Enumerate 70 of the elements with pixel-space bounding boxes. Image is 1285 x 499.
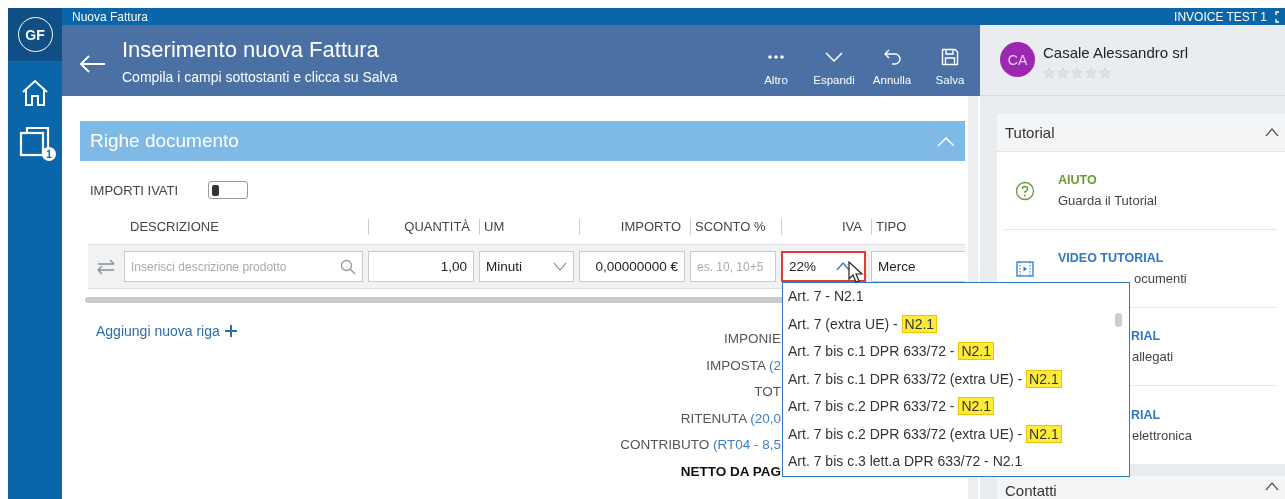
dropdown-option[interactable]: Art. 7 bis c.1 DPR 633/72 - N2.1 [783,338,1129,366]
back-button[interactable] [78,53,106,74]
search-highlight: N2.1 [958,342,994,360]
more-button[interactable]: Altro [749,36,803,97]
page-subtitle: Compila i campi sottostanti e clicca su Salva [122,68,399,85]
card-title: Tutorial [1005,124,1055,141]
section-title: Righe documento [90,130,239,152]
more-icon [768,54,784,59]
search-icon [340,258,356,275]
notification-badge: 1 [42,147,56,161]
expand-button[interactable]: Espandi [807,36,861,97]
total-label: RITENUTA (20,0 [680,410,781,428]
search-highlight: N2.1 [958,397,994,415]
tutorial-description: Guarda il Tutorial [1058,193,1157,208]
total-label: IMPONIE [724,331,781,348]
contact-name: Casale Alessandro srl [1043,44,1189,61]
amount-field[interactable]: 0,00000000 € [579,251,685,282]
search-highlight: N2.1 [901,314,938,333]
column-header: DESCRIZIONE [129,219,220,235]
column-header: QUANTITÀ [368,219,474,235]
card-header[interactable]: Tutorial [997,114,1285,152]
documents-icon[interactable] [19,125,51,157]
tutorial-description: ocumenti [1133,271,1187,286]
dropdown-option[interactable]: Art. 7 bis c.3 lett.a DPR 633/72 - N2.1 [783,448,1129,476]
unit-select[interactable]: Minuti [479,251,574,282]
chevron-up-icon [836,262,850,271]
tutorial-description: allegati [1131,349,1174,364]
dropdown-option[interactable]: Art. 7 bis c.1 DPR 633/72 (extra UE) - N2.1 [783,365,1129,393]
video-icon[interactable] [1015,258,1035,279]
tutorial-description: elettronica [1131,427,1192,443]
scrollbar-thumb[interactable] [1115,313,1122,327]
vat-select[interactable]: 22% [781,251,866,282]
card-header[interactable]: Contatti [997,476,1285,499]
plus-icon [224,325,237,337]
undo-icon [883,47,901,66]
total-label: NETTO DA PAG [680,463,781,481]
search-highlight: N2.1 [1026,369,1062,388]
contact-avatar: CA [1000,42,1035,77]
total-label: IMPOSTA (2 [706,357,781,375]
column-header: SCONTO % [690,219,776,235]
toggle-label: IMPORTI IVATI [90,182,179,198]
total-label: CONTRIBUTO (RT04 - 8,5 [620,437,781,454]
vat-toggle[interactable] [208,181,249,199]
back-arrow-icon [78,53,106,74]
workspace-name: INVOICE TEST 1 [1174,9,1267,24]
help-icon[interactable] [1015,180,1035,201]
undo-button[interactable]: Annulla [865,36,919,97]
chevron-down-icon [553,262,567,271]
card-title: Contatti [1005,482,1057,499]
quantity-field[interactable]: 1,00 [368,251,474,282]
total-label: TOT [754,384,781,401]
chevron-up-icon[interactable] [1265,128,1279,137]
dropdown-option[interactable]: Art. 7 - N2.1 [783,283,1129,311]
swap-arrows-icon[interactable] [96,258,116,275]
page-heading: Inserimento nuova Fattura [122,36,380,63]
save-button[interactable]: Salva [923,36,977,97]
column-header: IVA [781,219,866,235]
dropdown-option[interactable]: Art. 7 (extra UE) - N2.1 [783,310,1129,338]
dropdown-option[interactable]: Art. 7 bis c.2 DPR 633/72 - N2.1 [783,393,1129,421]
add-row-link[interactable]: Aggiungi nuova riga [96,323,237,339]
dropdown-option[interactable]: Art. 7 bis c.2 DPR 633/72 (extra UE) - N2.1 [783,420,1129,448]
tutorial-link[interactable]: VIDEO TUTORIAL [1058,251,1187,265]
column-header: TIPO [871,219,965,235]
chevron-up-icon[interactable] [1265,482,1279,491]
save-icon [941,47,959,66]
column-header: UM [479,219,574,235]
type-select[interactable]: Merce [871,251,965,282]
column-header: IMPORTO [579,219,685,235]
page-title: Nuova Fattura [72,9,150,24]
search-highlight: N2.1 [1026,424,1062,443]
